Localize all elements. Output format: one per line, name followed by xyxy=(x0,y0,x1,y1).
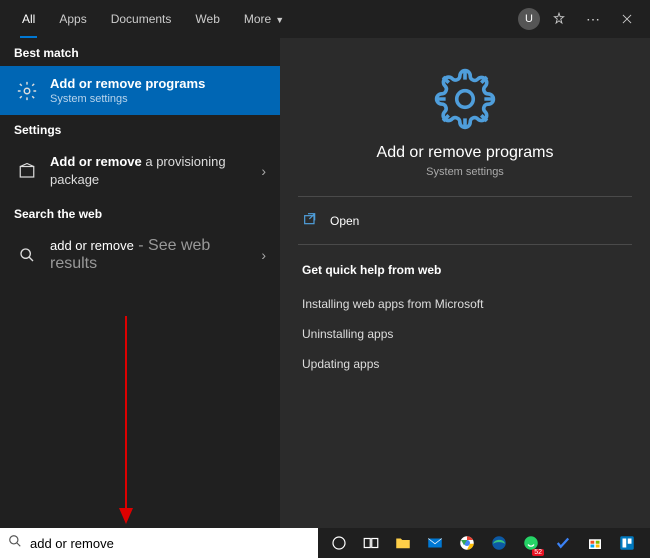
open-label: Open xyxy=(330,214,359,228)
help-link-install-webapps[interactable]: Installing web apps from Microsoft xyxy=(298,289,632,319)
preview-gear-icon xyxy=(298,68,632,130)
open-action[interactable]: Open xyxy=(298,197,632,244)
open-icon xyxy=(302,211,318,230)
search-icon xyxy=(14,247,40,263)
preview-title: Add or remove programs xyxy=(298,144,632,162)
tab-web[interactable]: Web xyxy=(183,0,231,38)
section-settings: Settings xyxy=(0,115,280,143)
task-view-icon[interactable] xyxy=(356,528,386,558)
gear-icon xyxy=(14,80,40,102)
section-best-match: Best match xyxy=(0,38,280,66)
feedback-icon[interactable] xyxy=(544,4,574,34)
chevron-right-icon: › xyxy=(261,163,266,179)
edge-icon[interactable] xyxy=(484,528,514,558)
result-subtitle: System settings xyxy=(50,93,266,105)
taskbar: 52 xyxy=(318,528,650,558)
divider xyxy=(298,244,632,245)
result-title: Add or remove programs xyxy=(50,76,266,91)
store-icon[interactable] xyxy=(580,528,610,558)
settings-result-provisioning[interactable]: Add or remove a provisioning package › xyxy=(0,143,280,199)
todo-icon[interactable] xyxy=(548,528,578,558)
quick-help-title: Get quick help from web xyxy=(302,263,632,277)
package-icon xyxy=(14,162,40,180)
results-pane: Best match Add or remove programs System… xyxy=(0,38,280,528)
section-search-web: Search the web xyxy=(0,199,280,227)
web-result-prefix: add or remove xyxy=(50,238,134,253)
result-bold-prefix: Add or remove xyxy=(50,154,142,169)
notification-badge: 52 xyxy=(532,549,544,556)
file-explorer-icon[interactable] xyxy=(388,528,418,558)
caret-down-icon: ▼ xyxy=(275,15,284,25)
more-options-icon[interactable]: ⋯ xyxy=(578,4,608,34)
user-avatar[interactable]: U xyxy=(518,8,540,30)
search-input-bar[interactable] xyxy=(0,528,318,558)
best-match-result[interactable]: Add or remove programs System settings xyxy=(0,66,280,115)
preview-pane: Add or remove programs System settings O… xyxy=(280,38,650,528)
whatsapp-icon[interactable]: 52 xyxy=(516,528,546,558)
search-icon xyxy=(8,534,22,553)
web-result[interactable]: add or remove - See web results › xyxy=(0,227,280,283)
preview-subtitle: System settings xyxy=(298,166,632,178)
search-category-tabs: All Apps Documents Web More▼ U ⋯ xyxy=(0,0,650,38)
chevron-right-icon: › xyxy=(261,247,266,263)
chrome-icon[interactable] xyxy=(452,528,482,558)
help-link-update[interactable]: Updating apps xyxy=(298,349,632,379)
mail-icon[interactable] xyxy=(420,528,450,558)
help-link-uninstall[interactable]: Uninstalling apps xyxy=(298,319,632,349)
tab-all[interactable]: All xyxy=(10,0,47,38)
search-input[interactable] xyxy=(30,536,310,551)
trello-icon[interactable] xyxy=(612,528,642,558)
tab-documents[interactable]: Documents xyxy=(99,0,184,38)
close-icon[interactable] xyxy=(612,4,642,34)
tab-apps[interactable]: Apps xyxy=(47,0,98,38)
tab-more[interactable]: More▼ xyxy=(232,0,296,38)
cortana-icon[interactable] xyxy=(324,528,354,558)
